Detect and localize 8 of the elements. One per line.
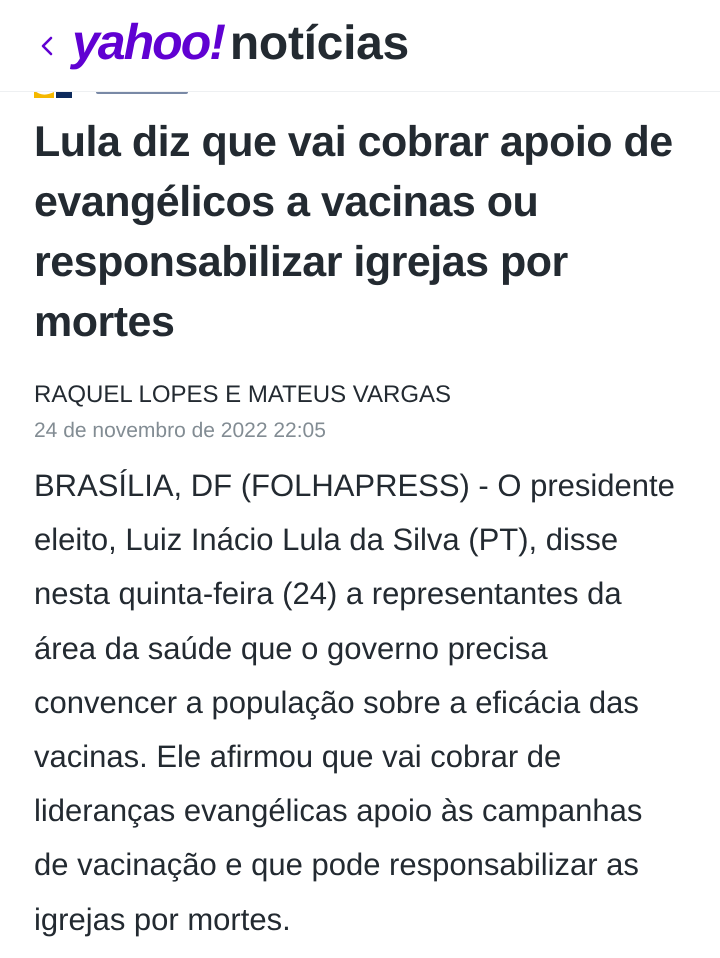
article-date: 24 de novembro de 2022 22:05 — [34, 418, 327, 444]
yahoo-logo-wordmark: yahoo! — [72, 17, 224, 67]
section-logo-wordmark: notícias — [230, 20, 409, 68]
article-paragraph: BRASÍLIA, DF (FOLHAPRESS) - O presidente eleito, Luiz Inácio Lula da Silva (PT), disse nesta quinta-feira (24) a representantes da área da saúde que o governo precisa convencer a população sobre a eficácia das vacinas. Ele afirmou que vai cobrar de lideranças evangélicas apoio às campanhas de vacinação e que pode responsabilizar as igrejas por mortes. — [34, 467, 676, 939]
article-title: Lula diz que vai cobrar apoio de evangélicos a vacinas ou responsabilizar igrejas por mortes — [34, 117, 674, 348]
article-byline: RAQUEL LOPES E MATEUS VARGAS — [34, 380, 452, 410]
back-chevron-icon — [41, 36, 53, 56]
publisher-logo-icon — [34, 90, 74, 98]
